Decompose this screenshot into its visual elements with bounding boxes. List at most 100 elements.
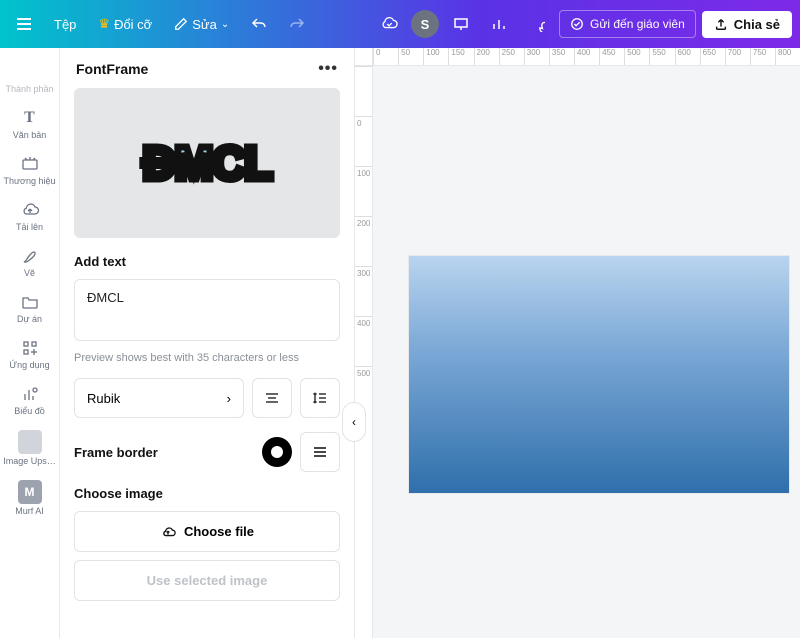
ruler-tick: 150 xyxy=(448,48,473,65)
collapse-panel-button[interactable]: ‹ xyxy=(342,402,366,442)
ruler-tick: 350 xyxy=(549,48,574,65)
resize-label: Đổi cỡ xyxy=(114,17,152,32)
apps-icon xyxy=(20,338,40,358)
ruler-tick: 200 xyxy=(474,48,499,65)
edit-menu[interactable]: Sửa ⌄ xyxy=(166,11,237,38)
nav-label: Murf AI xyxy=(15,506,44,516)
ruler-tick: 650 xyxy=(700,48,725,65)
present-button[interactable] xyxy=(445,8,477,40)
send-teacher-label: Gửi đến giáo viên xyxy=(590,17,685,31)
canvas-area: 0501001502002503003504004505005506006507… xyxy=(355,48,800,638)
nav-label: Tải lên xyxy=(16,222,43,232)
nav-label: Dự án xyxy=(17,314,42,324)
chevron-down-icon: ⌄ xyxy=(221,19,229,30)
topbar: Tệp ♛ Đổi cỡ Sửa ⌄ S Gửi đến giáo viên C… xyxy=(0,0,800,48)
preview-text: ĐMCL xyxy=(143,136,272,190)
nav-elements[interactable]: Thành phần xyxy=(1,56,59,100)
nav-label: Văn bản xyxy=(13,130,47,140)
chart-icon xyxy=(20,384,40,404)
redo-button[interactable] xyxy=(281,8,313,40)
murf-icon: M xyxy=(18,480,42,504)
ruler-tick: 400 xyxy=(574,48,599,65)
horizontal-ruler: 0501001502002503003504004505005506006507… xyxy=(373,48,800,66)
artboard[interactable] xyxy=(409,256,789,493)
panel-more-button[interactable]: ••• xyxy=(318,60,338,78)
use-selected-image-button[interactable]: Use selected image xyxy=(74,560,340,601)
ruler-tick: 0 xyxy=(373,48,398,65)
ruler-tick: 600 xyxy=(675,48,700,65)
border-color-preview[interactable] xyxy=(262,437,292,467)
pencil-icon xyxy=(174,17,188,31)
left-nav: Thành phần TVăn bản Thương hiệu Tải lên … xyxy=(0,48,60,638)
ruler-corner xyxy=(355,48,373,66)
choose-image-label: Choose image xyxy=(74,486,340,501)
ruler-tick: 400 xyxy=(355,316,372,366)
ruler-tick: 100 xyxy=(355,166,372,216)
ruler-tick: 700 xyxy=(725,48,750,65)
ruler-tick xyxy=(355,66,372,116)
hamburger-menu[interactable] xyxy=(8,8,40,40)
ruler-tick: 450 xyxy=(599,48,624,65)
text-input[interactable] xyxy=(74,279,340,341)
ruler-tick: 100 xyxy=(423,48,448,65)
nav-murf-ai[interactable]: M Murf AI xyxy=(1,474,59,522)
elements-icon xyxy=(20,62,40,82)
upscaler-icon xyxy=(18,430,42,454)
add-text-label: Add text xyxy=(74,254,340,269)
use-selected-label: Use selected image xyxy=(147,573,268,588)
font-name: Rubik xyxy=(87,391,120,406)
choose-file-label: Choose file xyxy=(184,524,254,539)
canvas-viewport[interactable] xyxy=(373,66,800,638)
ruler-tick: 300 xyxy=(524,48,549,65)
upload-icon xyxy=(714,17,728,31)
draw-icon xyxy=(20,246,40,266)
nav-draw[interactable]: Vẽ xyxy=(1,240,59,284)
undo-button[interactable] xyxy=(243,8,275,40)
line-spacing-button[interactable] xyxy=(300,378,340,418)
nav-label: Thành phần xyxy=(5,84,53,94)
side-panel: FontFrame ••• ĐMCL Add text Preview show… xyxy=(60,48,355,638)
avatar[interactable]: S xyxy=(411,10,439,38)
nav-text[interactable]: T Văn bản xyxy=(1,102,59,146)
comment-button[interactable] xyxy=(521,8,553,40)
analytics-button[interactable] xyxy=(483,8,515,40)
panel-header: FontFrame ••• xyxy=(60,48,354,88)
font-picker[interactable]: Rubik › xyxy=(74,378,244,418)
file-menu[interactable]: Tệp xyxy=(46,11,84,38)
nav-brand[interactable]: Thương hiệu xyxy=(1,148,59,192)
ruler-tick: 500 xyxy=(624,48,649,65)
border-style-button[interactable] xyxy=(300,432,340,472)
nav-uploads[interactable]: Tải lên xyxy=(1,194,59,238)
ruler-tick: 300 xyxy=(355,266,372,316)
ruler-tick: 750 xyxy=(750,48,775,65)
char-hint: Preview shows best with 35 characters or… xyxy=(74,352,340,364)
nav-projects[interactable]: Dự án xyxy=(1,286,59,330)
nav-label: Thương hiệu xyxy=(4,176,56,186)
cloud-upload-icon xyxy=(20,200,40,220)
ruler-tick: 0 xyxy=(355,116,372,166)
chevron-right-icon: › xyxy=(227,391,231,406)
ruler-tick: 250 xyxy=(499,48,524,65)
brand-icon xyxy=(20,154,40,174)
crown-icon: ♛ xyxy=(98,16,110,32)
text-align-button[interactable] xyxy=(252,378,292,418)
main: Thành phần TVăn bản Thương hiệu Tải lên … xyxy=(0,48,800,638)
nav-charts[interactable]: Biểu đồ xyxy=(1,378,59,422)
edit-label: Sửa xyxy=(192,17,217,32)
nav-apps[interactable]: Ứng dụng xyxy=(1,332,59,376)
preview-box: ĐMCL xyxy=(74,88,340,238)
resize-menu[interactable]: ♛ Đổi cỡ xyxy=(90,10,160,38)
send-to-teacher-button[interactable]: Gửi đến giáo viên xyxy=(559,10,696,38)
share-button[interactable]: Chia sẻ xyxy=(702,11,792,38)
nav-image-upscaler[interactable]: Image Ups… xyxy=(1,424,59,472)
cloud-upload-icon xyxy=(160,525,176,539)
nav-label: Biểu đồ xyxy=(14,406,45,416)
ruler-tick: 200 xyxy=(355,216,372,266)
frame-border-label: Frame border xyxy=(74,445,158,460)
choose-file-button[interactable]: Choose file xyxy=(74,511,340,552)
panel-body: ĐMCL Add text Preview shows best with 35… xyxy=(60,88,354,638)
share-label: Chia sẻ xyxy=(734,17,780,32)
text-icon: T xyxy=(20,108,40,128)
cloud-sync-icon[interactable] xyxy=(373,8,405,40)
nav-label: Ứng dụng xyxy=(9,360,49,370)
